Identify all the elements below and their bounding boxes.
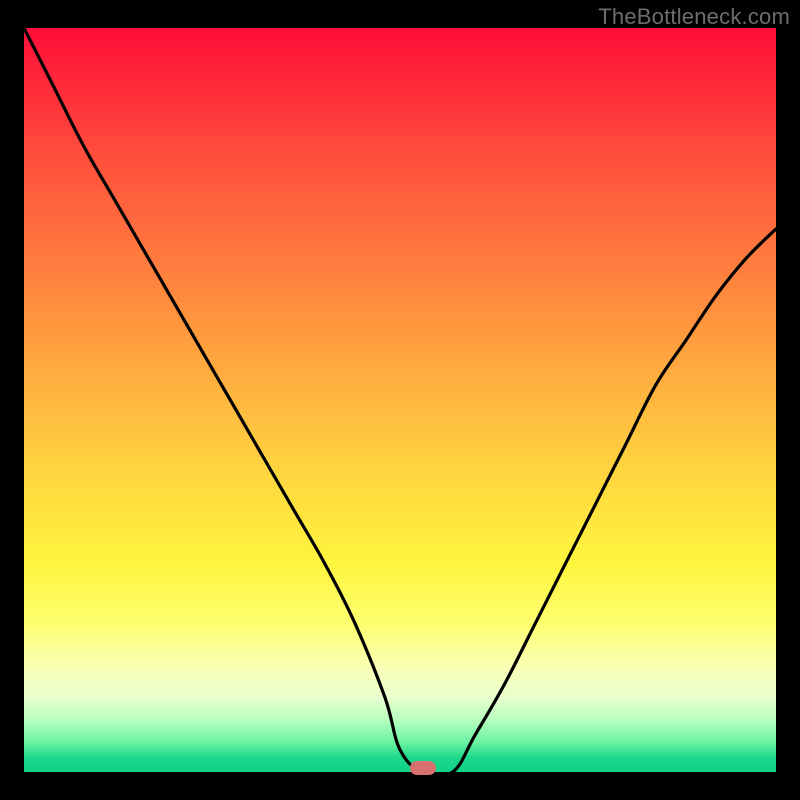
plot-area: [24, 28, 776, 772]
watermark-text: TheBottleneck.com: [598, 4, 790, 30]
chart-frame: TheBottleneck.com: [0, 0, 800, 800]
bottleneck-curve: [24, 28, 776, 772]
optimum-marker: [410, 761, 436, 775]
curve-path: [24, 28, 776, 776]
